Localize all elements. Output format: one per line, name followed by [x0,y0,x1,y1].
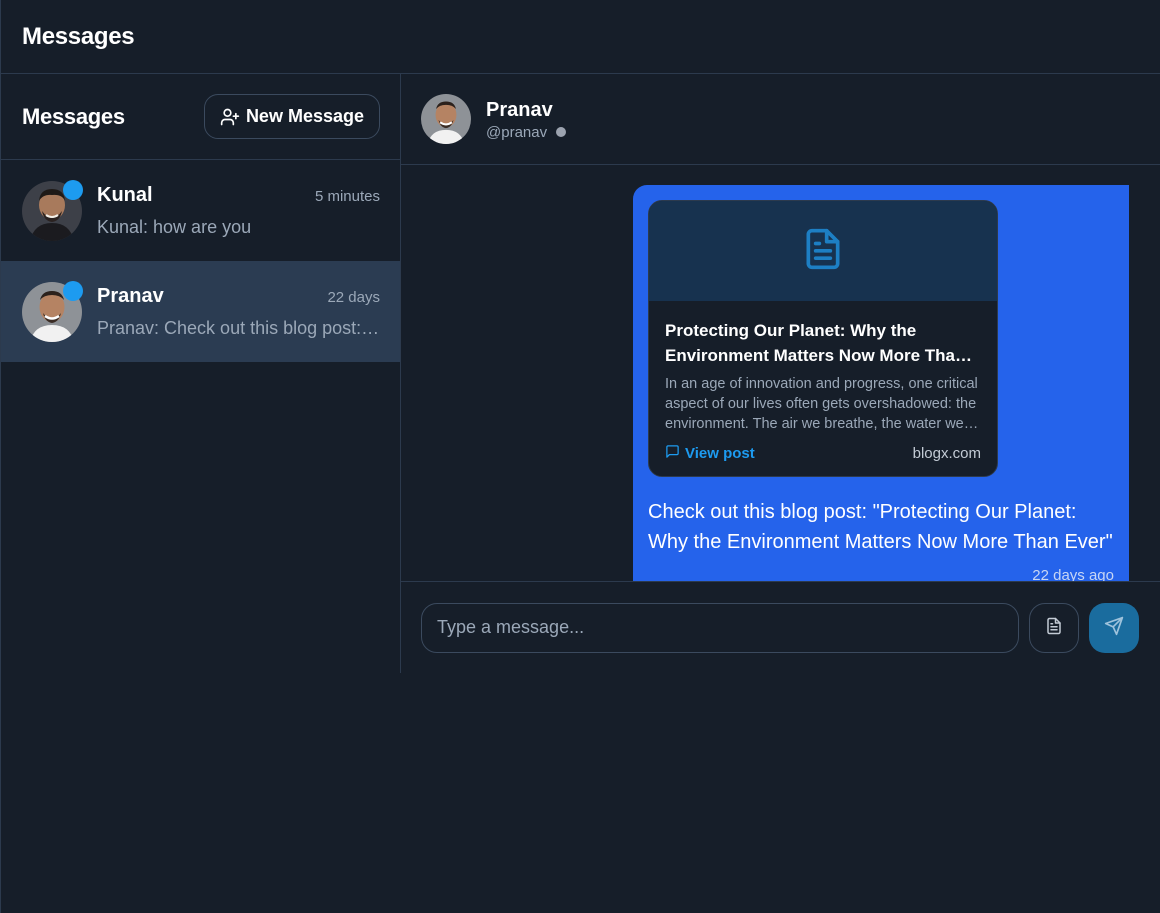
top-bar: Messages [1,0,1160,74]
conversation-top-row: Pranav 22 days [97,285,380,308]
new-message-button[interactable]: New Message [203,94,380,139]
chat-user-name[interactable]: Pranav [486,98,566,122]
message-input[interactable] [421,602,1019,653]
conversation-time: 22 days [327,288,380,306]
conversation-item-kunal[interactable]: Kunal 5 minutes Kunal: how are you [1,160,400,261]
conversation-time: 5 minutes [314,187,380,205]
message-list[interactable]: Protecting Our Planet: Why the Environme… [401,165,1160,582]
message-composer [401,582,1160,673]
view-post-link[interactable]: View post [665,444,755,463]
message-text: Check out this blog post: "Protecting Ou… [648,501,1113,553]
avatar[interactable] [421,94,471,144]
link-card-body: Protecting Our Planet: Why the Environme… [649,301,997,463]
send-icon [1104,616,1124,639]
sidebar-title: Messages [22,103,125,129]
app-title: Messages [22,22,135,50]
conversation-name: Pranav [97,284,164,307]
avatar [22,179,83,241]
conversation-preview: Kunal: how are you [97,216,252,237]
chat-handle-row: @pranav [486,123,567,141]
sidebar-header: Messages New Message [1,74,400,160]
chat-header: Pranav @pranav [401,74,1160,165]
send-button[interactable] [1089,602,1139,653]
conversation-body: Pranav 22 days Pranav: Check out this bl… [97,285,380,339]
chat-user-info: Pranav @pranav [486,98,567,141]
online-indicator [63,179,83,200]
link-card-title: Protecting Our Planet: Why the Environme… [665,321,966,365]
link-preview-card[interactable]: Protecting Our Planet: Why the Environme… [648,200,998,477]
link-card-description: In an age of innovation and progress, on… [665,376,978,432]
conversation-preview: Pranav: Check out this blog post: "Prote… [97,317,380,338]
link-domain: blogx.com [912,445,981,462]
message-square-icon [665,444,680,463]
online-indicator [63,280,83,301]
message-time: 22 days ago [1032,567,1114,582]
link-card-banner [649,201,997,301]
document-icon [801,224,845,279]
conversation-body: Kunal 5 minutes Kunal: how are you [97,184,380,238]
conversation-item-pranav[interactable]: Pranav 22 days Pranav: Check out this bl… [1,261,400,362]
chat-user-handle: @pranav [486,123,548,141]
status-indicator [556,127,567,137]
message-bubble: Protecting Our Planet: Why the Environme… [633,185,1129,582]
attach-file-button[interactable] [1029,602,1079,653]
new-message-label: New Message [245,106,364,126]
app-window: Messages Messages New Message Kunal 5 mi… [0,0,1160,913]
main-layout: Messages New Message Kunal 5 minutes Kun… [1,74,1160,673]
link-card-footer: View post blogx.com [665,444,981,463]
avatar [22,280,83,342]
conversation-top-row: Kunal 5 minutes [97,184,380,207]
view-post-label: View post [685,445,755,462]
conversation-sidebar: Messages New Message Kunal 5 minutes Kun… [1,74,401,673]
chat-pane: Pranav @pranav Protecting Our Planet: Wh… [401,74,1160,673]
user-plus-icon [220,107,240,127]
file-text-icon [1045,616,1063,639]
conversation-name: Kunal [97,183,153,206]
